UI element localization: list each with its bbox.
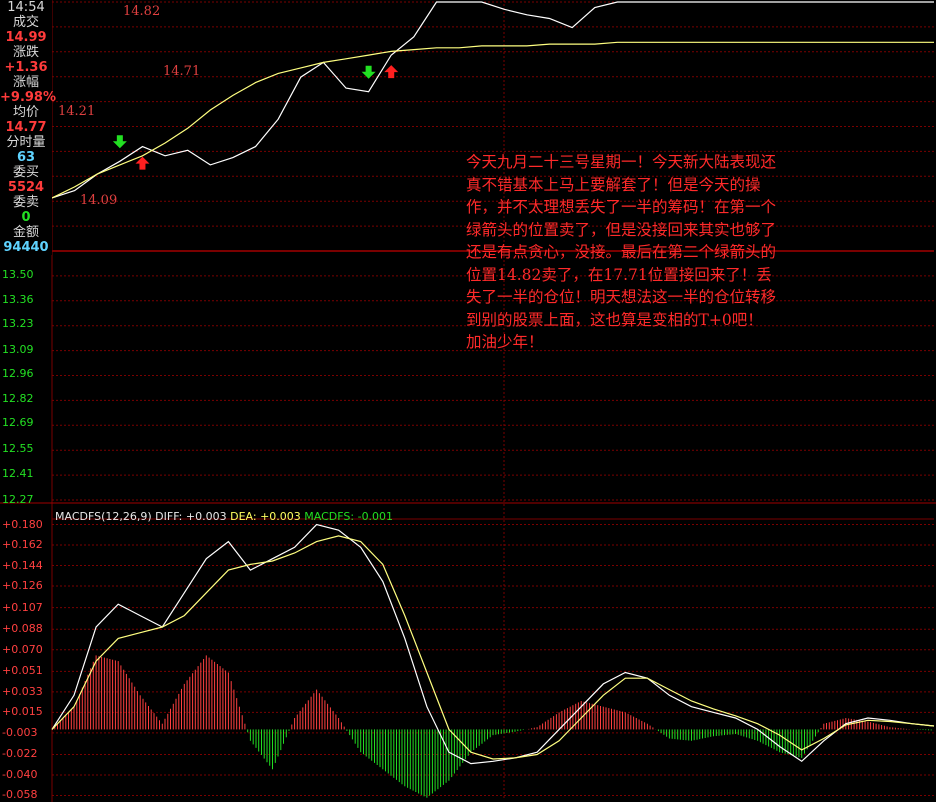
diff-value: +0.003	[185, 510, 227, 523]
bid-value: 5524	[7, 180, 45, 195]
pct-label: 涨幅	[12, 75, 39, 90]
price-tick-label: 13.36	[2, 293, 34, 307]
bid-label: 委买	[12, 165, 39, 180]
ask-value: 0	[21, 210, 31, 225]
price-tick-label: 12.27	[2, 493, 34, 506]
macd-tick-label: +0.033	[2, 684, 43, 698]
price-tick-label: 13.09	[2, 342, 34, 356]
change-label: 涨跌	[12, 45, 39, 60]
macd-value: -0.001	[357, 510, 394, 523]
macd-tick-label: +0.088	[2, 622, 43, 636]
diff-label: DIFF:	[155, 510, 186, 523]
sell-arrow-icon	[112, 135, 127, 149]
macd-title: MACDFS(12,26,9)	[55, 510, 152, 523]
buy-arrow-icon	[135, 156, 150, 170]
macd-tick-label: +0.180	[2, 517, 43, 531]
annotation-buy-1: 14.09	[80, 193, 118, 208]
pct-value: +9.98%	[0, 90, 56, 105]
time-label: 14:54	[7, 0, 45, 15]
chart-area[interactable]	[0, 0, 936, 802]
price-tick-label: 12.96	[2, 366, 34, 380]
macd-tick-label: +0.144	[2, 558, 43, 572]
dea-value: +0.003	[260, 510, 301, 523]
macd-tick-label: -0.022	[2, 747, 38, 761]
note-text: 今天九月二十三号星期一！今天新大陆表现还真不错基本上马上要解套了！但是今天的操作…	[466, 153, 777, 351]
annotation-sell-1: 14.21	[58, 104, 96, 119]
macd-tick-label: +0.015	[2, 705, 43, 719]
macd-histogram	[51, 655, 932, 798]
macd-tick-label: -0.040	[2, 767, 38, 781]
amount-value: 94440	[3, 240, 49, 255]
price-tick-label: 12.41	[2, 467, 34, 481]
macd-tick-label: +0.162	[2, 538, 43, 552]
dea-label: DEA:	[230, 510, 261, 523]
volume-label: 成交	[12, 15, 39, 30]
macd-tick-label: +0.070	[2, 642, 43, 656]
avg-label: 均价	[12, 105, 39, 120]
price-tick-label: 12.55	[2, 441, 34, 455]
macd-tick-label: +0.051	[2, 664, 43, 678]
annotation-sell-2: 14.82	[123, 4, 161, 19]
avg-value: 14.77	[5, 120, 47, 135]
volume-value: 14.99	[5, 30, 47, 45]
grid	[0, 0, 936, 802]
tick-volume-value: 63	[16, 150, 36, 165]
buy-arrow-icon	[384, 65, 399, 79]
price-tick-label: 12.69	[2, 416, 34, 430]
macd-legend: MACDFS(12,26,9) DIFF: +0.003 DEA: +0.003…	[55, 510, 393, 523]
macd-tick-label: +0.126	[2, 579, 43, 593]
amount-label: 金额	[12, 225, 39, 240]
price-tick-label: 13.23	[2, 317, 34, 331]
price-tick-label: 12.82	[2, 392, 34, 406]
quote-panel: 14:54 成交 14.99 涨跌 +1.36 涨幅 +9.98% 均价 14.…	[0, 0, 56, 255]
ask-label: 委卖	[12, 195, 39, 210]
annotation-buy-2: 14.71	[163, 64, 201, 79]
macd-tick-label: -0.058	[2, 788, 38, 802]
macd-tick-label: -0.003	[2, 725, 38, 739]
macd-tick-label: +0.107	[2, 600, 43, 614]
tick-volume-label: 分时量	[6, 135, 46, 150]
trade-markers	[112, 65, 399, 170]
macd-label: MACDFS:	[304, 510, 358, 523]
change-value: +1.36	[4, 60, 48, 75]
price-tick-label: 13.50	[2, 267, 34, 281]
